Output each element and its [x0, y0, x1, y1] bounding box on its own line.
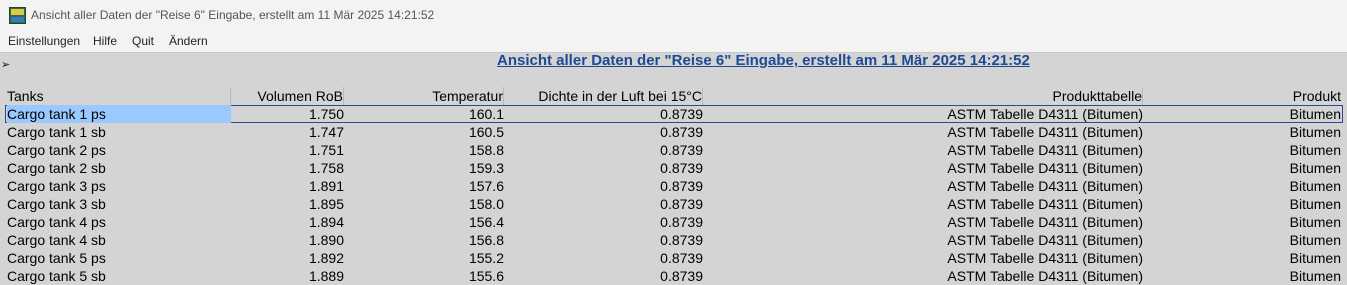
- tank-cell[interactable]: Cargo tank 5 sb: [7, 267, 231, 285]
- temperature-cell[interactable]: 158.0: [344, 195, 504, 213]
- density-cell[interactable]: 0.8739: [504, 141, 703, 159]
- density-cell[interactable]: 0.8739: [504, 267, 703, 285]
- column-header-produkt[interactable]: Produkt: [1143, 87, 1341, 105]
- menu-einstellungen[interactable]: Einstellungen: [8, 34, 80, 48]
- arrow-cursor-icon: ➢: [1, 59, 11, 71]
- tank-cell[interactable]: Cargo tank 2 ps: [7, 141, 231, 159]
- temperature-cell[interactable]: 158.8: [344, 141, 504, 159]
- product-table-cell[interactable]: ASTM Tabelle D4311 (Bitumen): [703, 141, 1143, 159]
- column-header-volumen[interactable]: Volumen RoB: [231, 87, 344, 105]
- density-cell[interactable]: 0.8739: [504, 123, 703, 141]
- tank-cell[interactable]: Cargo tank 5 ps: [7, 249, 231, 267]
- temperature-cell[interactable]: 156.4: [344, 213, 504, 231]
- density-cell[interactable]: 0.8739: [504, 249, 703, 267]
- tank-cell[interactable]: Cargo tank 3 ps: [7, 177, 231, 195]
- product-table-cell[interactable]: ASTM Tabelle D4311 (Bitumen): [703, 177, 1143, 195]
- product-cell[interactable]: Bitumen: [1143, 105, 1341, 123]
- product-cell[interactable]: Bitumen: [1143, 123, 1341, 141]
- tank-cell[interactable]: Cargo tank 2 sb: [7, 159, 231, 177]
- app-logo-icon: [9, 7, 26, 24]
- table-row[interactable]: Cargo tank 3 sb 1.895 158.0 0.8739 ASTM Tabe…: [5, 195, 1343, 213]
- product-table-cell[interactable]: ASTM Tabelle D4311 (Bitumen): [703, 105, 1143, 123]
- column-header-dichte[interactable]: Dichte in der Luft bei 15°C: [504, 87, 703, 105]
- column-header-tanks[interactable]: Tanks: [7, 87, 231, 105]
- table-row[interactable]: Cargo tank 2 ps 1.751 158.8 0.8739 ASTM Tabe…: [5, 141, 1343, 159]
- title-bar: Ansicht aller Daten der "Reise 6" Eingab…: [0, 0, 1347, 32]
- volume-cell[interactable]: 1.750: [231, 105, 344, 123]
- menu-aendern[interactable]: Ändern: [169, 34, 208, 48]
- table-row[interactable]: Cargo tank 4 ps 1.894 156.4 0.8739 ASTM Tabe…: [5, 213, 1343, 231]
- table-row[interactable]: Cargo tank 5 ps 1.892 155.2 0.8739 ASTM Tabe…: [5, 249, 1343, 267]
- density-cell[interactable]: 0.8739: [504, 177, 703, 195]
- product-cell[interactable]: Bitumen: [1143, 213, 1341, 231]
- temperature-cell[interactable]: 159.3: [344, 159, 504, 177]
- column-header-produkttabelle[interactable]: Produkttabelle: [703, 87, 1143, 105]
- temperature-cell[interactable]: 155.2: [344, 249, 504, 267]
- page-title: Ansicht aller Daten der "Reise 6" Eingab…: [497, 52, 1030, 69]
- volume-cell[interactable]: 1.758: [231, 159, 344, 177]
- product-cell[interactable]: Bitumen: [1143, 231, 1341, 249]
- product-table-cell[interactable]: ASTM Tabelle D4311 (Bitumen): [703, 213, 1143, 231]
- density-cell[interactable]: 0.8739: [504, 231, 703, 249]
- volume-cell[interactable]: 1.891: [231, 177, 344, 195]
- menu-hilfe[interactable]: Hilfe: [93, 34, 117, 48]
- menu-quit[interactable]: Quit: [132, 34, 154, 48]
- temperature-cell[interactable]: 157.6: [344, 177, 504, 195]
- tank-cell[interactable]: Cargo tank 1 sb: [7, 123, 231, 141]
- product-cell[interactable]: Bitumen: [1143, 141, 1341, 159]
- temperature-cell[interactable]: 160.1: [344, 105, 504, 123]
- volume-cell[interactable]: 1.751: [231, 141, 344, 159]
- product-table-cell[interactable]: ASTM Tabelle D4311 (Bitumen): [703, 231, 1143, 249]
- product-table-cell[interactable]: ASTM Tabelle D4311 (Bitumen): [703, 195, 1143, 213]
- tank-cell[interactable]: Cargo tank 3 sb: [7, 195, 231, 213]
- product-table-cell[interactable]: ASTM Tabelle D4311 (Bitumen): [703, 123, 1143, 141]
- window-title: Ansicht aller Daten der "Reise 6" Eingab…: [31, 8, 435, 22]
- temperature-cell[interactable]: 160.5: [344, 123, 504, 141]
- density-cell[interactable]: 0.8739: [504, 195, 703, 213]
- density-cell[interactable]: 0.8739: [504, 105, 703, 123]
- tank-cell[interactable]: Cargo tank 1 ps: [7, 105, 231, 123]
- table-row[interactable]: Cargo tank 1 sb 1.747 160.5 0.8739 ASTM Tabe…: [5, 123, 1343, 141]
- product-table-cell[interactable]: ASTM Tabelle D4311 (Bitumen): [703, 267, 1143, 285]
- table-row[interactable]: Cargo tank 4 sb 1.890 156.8 0.8739 ASTM Tabe…: [5, 231, 1343, 249]
- product-cell[interactable]: Bitumen: [1143, 177, 1341, 195]
- product-cell[interactable]: Bitumen: [1143, 195, 1341, 213]
- table-row[interactable]: Cargo tank 3 ps 1.891 157.6 0.8739 ASTM Tabe…: [5, 177, 1343, 195]
- volume-cell[interactable]: 1.892: [231, 249, 344, 267]
- volume-cell[interactable]: 1.889: [231, 267, 344, 285]
- volume-cell[interactable]: 1.747: [231, 123, 344, 141]
- product-cell[interactable]: Bitumen: [1143, 249, 1341, 267]
- table-header-row: Tanks Volumen RoB Temperatur Dichte in d…: [5, 87, 1343, 105]
- column-header-temperatur[interactable]: Temperatur: [344, 87, 504, 105]
- temperature-cell[interactable]: 155.6: [344, 267, 504, 285]
- data-table: Tanks Volumen RoB Temperatur Dichte in d…: [5, 87, 1343, 285]
- volume-cell[interactable]: 1.890: [231, 231, 344, 249]
- product-table-cell[interactable]: ASTM Tabelle D4311 (Bitumen): [703, 159, 1143, 177]
- table-row[interactable]: Cargo tank 2 sb 1.758 159.3 0.8739 ASTM Tabe…: [5, 159, 1343, 177]
- temperature-cell[interactable]: 156.8: [344, 231, 504, 249]
- density-cell[interactable]: 0.8739: [504, 213, 703, 231]
- volume-cell[interactable]: 1.895: [231, 195, 344, 213]
- table-row[interactable]: Cargo tank 1 ps 1.750 160.1 0.8739 ASTM Tabe…: [5, 105, 1343, 123]
- density-cell[interactable]: 0.8739: [504, 159, 703, 177]
- table-row[interactable]: Cargo tank 5 sb 1.889 155.6 0.8739 ASTM Tabe…: [5, 267, 1343, 285]
- menu-bar: Einstellungen Hilfe Quit Ändern: [0, 32, 1347, 53]
- tank-cell[interactable]: Cargo tank 4 ps: [7, 213, 231, 231]
- product-table-cell[interactable]: ASTM Tabelle D4311 (Bitumen): [703, 249, 1143, 267]
- product-cell[interactable]: Bitumen: [1143, 159, 1341, 177]
- tank-cell[interactable]: Cargo tank 4 sb: [7, 231, 231, 249]
- product-cell[interactable]: Bitumen: [1143, 267, 1341, 285]
- volume-cell[interactable]: 1.894: [231, 213, 344, 231]
